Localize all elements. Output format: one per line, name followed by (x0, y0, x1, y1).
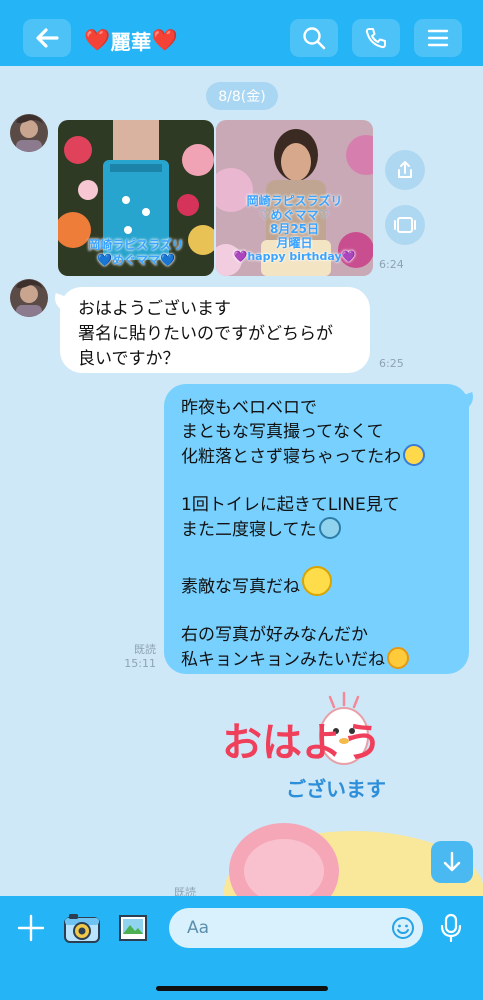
message-text: 素敵な写真だね (181, 577, 300, 597)
star-struck-emoji-icon (302, 566, 332, 596)
heart-icon: ❤️ (84, 28, 111, 52)
chat-area[interactable]: 8/8(金) 岡崎ラピスラズリ 💙めぐママ💙 岡崎ラピスラズリ ♡めぐママ♡ 8… (0, 66, 483, 896)
contact-name: 麗華 (110, 30, 152, 54)
message-time: 15:11 (124, 657, 156, 670)
image-icon (119, 915, 147, 941)
message-text: まともな写真撮ってなくて (181, 422, 384, 442)
photo-caption: 💜happy birthday💜 (233, 250, 356, 263)
sticker-text-sub: ございます (286, 777, 386, 801)
photo-caption: 岡崎ラピスラズリ (88, 238, 184, 252)
search-icon (303, 27, 326, 50)
smiley-icon[interactable] (391, 916, 415, 940)
arrow-down-icon (443, 851, 461, 872)
scroll-to-bottom-button[interactable] (431, 841, 473, 883)
message-text: 1回トイレに起きてLINE見て (181, 495, 400, 515)
call-button[interactable] (352, 19, 400, 57)
share-button[interactable] (385, 150, 425, 190)
message-text: 良いですか？ (78, 349, 180, 369)
message-time: 6:24 (379, 258, 404, 271)
chat-title: ❤️ 麗華 ❤️ (84, 26, 178, 55)
read-receipt: 既読 (174, 886, 196, 896)
album-icon (394, 217, 416, 233)
cold-face-emoji-icon (318, 517, 341, 539)
date-separator: 8/8(金) (206, 82, 278, 110)
camera-icon (64, 914, 100, 943)
message-text: 化粧落とさず寝ちゃってたわ (181, 447, 402, 467)
sticker-text-main: おはよう (222, 720, 382, 766)
message-time: 6:25 (379, 357, 404, 370)
heart-icon: ❤️ (151, 28, 179, 52)
message-text: 右の写真が好みなんだか (181, 625, 368, 645)
read-receipt: 既読 15:11 (118, 643, 156, 671)
plus-icon (17, 914, 45, 942)
rofl-emoji-icon (387, 647, 409, 669)
photo-caption: 月曜日 (276, 236, 313, 250)
message-line: 化粧落とさず寝ちゃってたわ (181, 444, 452, 469)
phone-icon (365, 28, 386, 49)
photo-caption: 8月25日 (269, 222, 320, 236)
avatar[interactable] (10, 114, 48, 152)
message-text: 昨夜もベロベロで (181, 398, 317, 418)
read-label: 既読 (134, 643, 156, 656)
microphone-icon (440, 913, 462, 943)
message-line: 素敵な写真だね (181, 566, 452, 599)
menu-button[interactable] (414, 19, 462, 57)
scream-emoji-icon (403, 444, 426, 466)
avatar-image (10, 114, 48, 152)
avatar[interactable] (10, 279, 48, 317)
message-text: 署名に貼りたいのですがどちらが (78, 324, 333, 344)
arrow-left-icon (36, 28, 59, 48)
input-bar: Aa (0, 896, 483, 1000)
avatar-image (10, 279, 48, 317)
message-text: 私キョンキョンみたいだね (181, 650, 385, 670)
plus-button[interactable] (14, 910, 48, 946)
photo-caption: 💙めぐママ💙 (97, 253, 175, 267)
photo-caption: ♡めぐママ♡ (259, 208, 330, 222)
photo-attachment[interactable]: 岡崎ラピスラズリ 💙めぐママ💙 (58, 120, 214, 276)
share-icon (398, 161, 412, 178)
search-button[interactable] (290, 19, 338, 57)
back-button[interactable] (23, 19, 71, 57)
message-line: また二度寝してた (181, 517, 452, 542)
microphone-button[interactable] (436, 910, 466, 946)
outgoing-message-bubble[interactable]: 昨夜もベロベロで まともな写真撮ってなくて 化粧落とさず寝ちゃってたわ 1回トイ… (164, 384, 469, 674)
message-text: おはようございます (78, 299, 231, 319)
incoming-message-bubble[interactable]: おはようございます 署名に貼りたいのですがどちらが 良いですか？ (60, 287, 370, 373)
camera-button[interactable] (62, 908, 102, 948)
home-indicator (156, 986, 328, 991)
album-button[interactable] (385, 205, 425, 245)
photo-caption: 岡崎ラピスラズリ (246, 194, 343, 208)
message-line: 私キョンキョンみたいだね (181, 647, 452, 672)
menu-icon (427, 29, 449, 47)
image-button[interactable] (114, 908, 152, 948)
photo-attachment[interactable]: 岡崎ラピスラズリ ♡めぐママ♡ 8月25日 月曜日 💜happy birthda… (216, 120, 373, 276)
message-input-placeholder: Aa (187, 918, 210, 938)
message-input[interactable]: Aa (169, 908, 423, 948)
message-text: また二度寝してた (181, 520, 317, 540)
chat-header: ❤️ 麗華 ❤️ (0, 0, 483, 66)
